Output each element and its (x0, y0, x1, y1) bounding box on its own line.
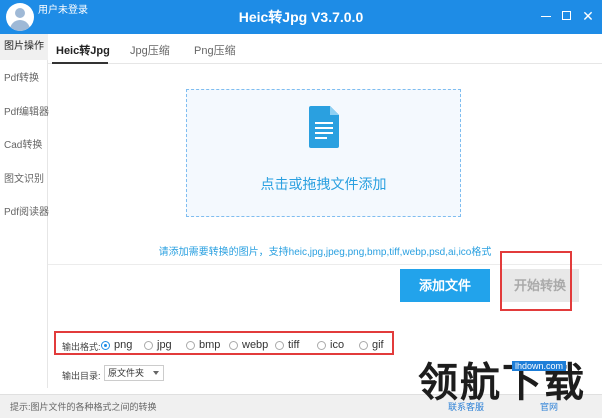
format-radio-png[interactable]: png (101, 338, 132, 352)
drop-zone-label: 点击或拖拽文件添加 (260, 176, 387, 192)
maximize-button[interactable] (556, 6, 576, 26)
format-label-ico: ico (330, 339, 345, 351)
tab-heic-to-jpg[interactable]: Heic转Jpg (56, 42, 110, 58)
active-tab-indicator (52, 62, 108, 64)
sidebar-item-pdf-convert[interactable]: Pdf转换 (0, 66, 48, 92)
close-button[interactable]: ✕ (578, 6, 598, 26)
chevron-down-icon (153, 371, 159, 375)
sidebar-item-cad-convert[interactable]: Cad转换 (0, 133, 48, 159)
output-dir-value: 原文件夹 (108, 368, 145, 378)
radio-icon (186, 340, 195, 350)
sidebar: 图片操作 Pdf转换 Pdf编辑器 Cad转换 图文识别 Pdf阅读器 (0, 34, 49, 388)
format-label-bmp: bmp (199, 339, 221, 351)
format-radio-ico[interactable]: ico (317, 338, 344, 352)
watermark-url: lhdown.com (512, 361, 567, 371)
tab-png-compress[interactable]: Png压缩 (194, 42, 236, 58)
minimize-button[interactable] (536, 6, 556, 26)
sidebar-item-pdf-editor[interactable]: Pdf编辑器 (0, 100, 49, 126)
document-icon (309, 106, 339, 148)
radio-icon (144, 340, 153, 350)
radio-icon (317, 340, 326, 350)
watermark-logo: 领航下载 lhdown.com (418, 350, 602, 410)
tab-jpg-compress[interactable]: Jpg压缩 (130, 42, 170, 58)
sidebar-item-pdf-reader[interactable]: Pdf阅读器 (0, 200, 49, 226)
watermark-text: 领航下载 (418, 360, 586, 406)
format-label-tiff: tiff (288, 339, 300, 351)
maximize-icon (561, 11, 571, 20)
format-radio-tiff[interactable]: tiff (275, 338, 299, 352)
radio-icon (229, 340, 238, 350)
sidebar-item-ocr[interactable]: 图文识别 (0, 167, 48, 193)
radio-icon (359, 340, 368, 350)
status-hint: 提示:图片文件的各种格式之间的转换 (10, 402, 157, 412)
radio-icon (275, 340, 284, 350)
output-dir-label: 输出目录: (62, 371, 101, 381)
format-label-webp: webp (242, 339, 269, 351)
format-label-jpg: jpg (157, 339, 172, 351)
format-radio-webp[interactable]: webp (229, 338, 268, 352)
app-title: Heic转Jpg V3.7.0.0 (238, 9, 364, 25)
format-label-gif: gif (372, 339, 384, 351)
add-file-button[interactable]: 添加文件 (400, 269, 490, 302)
format-radio-jpg[interactable]: jpg (144, 338, 172, 352)
output-format-label: 输出格式: (62, 342, 101, 352)
format-radio-gif[interactable]: gif (359, 338, 384, 352)
sidebar-item-image-ops[interactable]: 图片操作 (0, 34, 48, 60)
output-dir-select[interactable]: 原文件夹 (104, 365, 164, 381)
format-label-png: png (114, 339, 133, 351)
highlight-box-start (500, 251, 572, 311)
title-bar: 用户未登录 Heic转Jpg V3.7.0.0 ✕ (0, 0, 602, 34)
minimize-icon (541, 16, 551, 17)
format-radio-bmp[interactable]: bmp (186, 338, 220, 352)
file-drop-zone[interactable]: 点击或拖拽文件添加 (186, 89, 461, 217)
radio-checked-icon (101, 340, 110, 350)
tab-bar: Heic转Jpg Jpg压缩 Png压缩 (48, 34, 602, 64)
